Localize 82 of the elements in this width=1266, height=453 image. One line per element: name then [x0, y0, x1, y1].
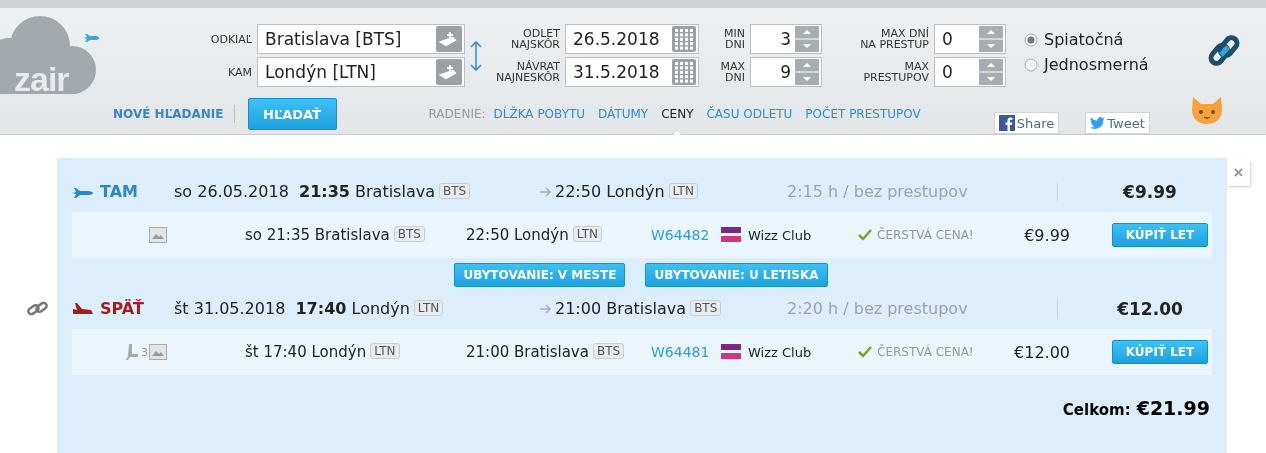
duration-text: 2:20 h / bez prestupov — [787, 299, 969, 318]
image-icon — [149, 344, 167, 360]
spinner-icon[interactable] — [979, 26, 1003, 52]
departure-text: št 17:40 Londýn $^{LTN}$ — [245, 343, 466, 361]
share-button[interactable]: Share — [993, 112, 1060, 134]
field-label: ODKIAĽ — [209, 33, 252, 45]
link-icon[interactable] — [27, 301, 49, 317]
seat-count: 3 — [141, 345, 148, 359]
accommodation-button[interactable]: UBYTOVANIE: V MESTE — [454, 263, 626, 287]
input-field[interactable]: Bratislava [BTS] — [257, 24, 465, 54]
departure-text: so 26.05.2018 21:35 Bratislava $^{BTS}$ — [174, 182, 540, 201]
airport-picker-icon[interactable] — [436, 59, 462, 85]
logo-text: zair — [14, 60, 69, 99]
arrow-icon — [540, 303, 552, 314]
sort-option[interactable]: POČET PRESTUPOV — [805, 94, 921, 134]
direction-label: SPÄŤ — [100, 299, 144, 318]
leg-price: €12.00 — [1116, 298, 1184, 319]
arrival-text: 21:00 Bratislava $^{BTS}$ — [466, 343, 651, 361]
total-price: €21.99 — [1136, 397, 1210, 419]
field-label: MAX DNI — [719, 61, 745, 83]
sort-option[interactable]: DÁTUMY — [598, 94, 649, 134]
field-label: MAX DNÍ NA PRESTUP — [859, 28, 929, 50]
airline-logo-icon — [720, 225, 742, 245]
image-icon — [149, 227, 167, 243]
accommodation-button[interactable]: UBYTOVANIE: U LETISKA — [645, 263, 828, 287]
flight-number-link[interactable]: W64481 — [651, 344, 720, 360]
swap-icon[interactable] — [470, 40, 482, 72]
arrival-text: 22:50 Londýn $^{LTN}$ — [555, 182, 787, 201]
spinner-icon[interactable] — [795, 26, 819, 52]
radio-label: Spiatočná — [1044, 30, 1124, 49]
airline-name: Wizz Club — [748, 227, 812, 243]
buy-button[interactable]: KÚPIŤ LET — [1112, 340, 1208, 364]
price-status: ČERSTVÁ CENA! — [877, 345, 974, 359]
sort-option[interactable]: ČASU ODLETU — [706, 94, 793, 134]
arrow-icon — [540, 186, 552, 197]
duration-text: 2:15 h / bez prestupov — [787, 182, 969, 201]
arrival-text: 21:00 Bratislava $^{BTS}$ — [555, 299, 787, 318]
calendar-icon[interactable] — [672, 26, 696, 52]
flight-price: €9.99 — [1023, 225, 1070, 245]
flight-number-link[interactable]: W64482 — [651, 227, 720, 243]
tweet-button[interactable]: Tweet — [1085, 112, 1150, 134]
airline-name: Wizz Club — [748, 344, 812, 360]
sort-label: RADENIE: — [428, 107, 486, 121]
check-icon — [858, 229, 872, 241]
seat-icon — [126, 343, 140, 361]
input-field[interactable]: 3 — [750, 24, 822, 54]
radio-button[interactable] — [1024, 57, 1038, 72]
new-search-link[interactable]: NOVÉ HĽADANIE — [113, 105, 235, 123]
input-field[interactable]: 9 — [750, 57, 822, 87]
check-icon — [858, 346, 872, 358]
radio-label: Jednosmerná — [1044, 55, 1149, 74]
field-label: KAM — [226, 66, 252, 78]
radio-button[interactable] — [1024, 32, 1038, 47]
departure-text: št 31.05.2018 17:40 Londýn $^{LTN}$ — [174, 299, 540, 318]
calendar-icon[interactable] — [672, 59, 696, 85]
spinner-icon[interactable] — [795, 59, 819, 85]
leg-price: €9.99 — [1122, 181, 1178, 202]
sort-option[interactable]: DĹŽKA POBYTU — [493, 94, 586, 134]
input-field[interactable]: 26.5.2018 — [565, 24, 699, 54]
search-button[interactable]: HĽADAŤ — [247, 98, 337, 130]
cat-icon[interactable] — [1189, 95, 1224, 125]
input-field[interactable]: 0 — [934, 57, 1006, 87]
bird-icon — [1090, 117, 1106, 129]
input-field[interactable]: 31.5.2018 — [565, 57, 699, 87]
airline-logo-icon — [720, 342, 742, 362]
field-label: ODLET NAJSKÔR — [510, 28, 560, 50]
spinner-icon[interactable] — [979, 59, 1003, 85]
field-label: MIN DNI — [723, 28, 745, 50]
input-field[interactable]: Londýn [LTN] — [257, 57, 465, 87]
input-field[interactable]: 0 — [934, 24, 1006, 54]
flight-price: €12.00 — [1013, 342, 1070, 362]
field-label: NÁVRAT NAJNESKÔR — [494, 61, 560, 83]
departure-text: so 21:35 Bratislava $^{BTS}$ — [245, 226, 466, 244]
total-label: Celkom: — [1062, 401, 1131, 419]
airport-picker-icon[interactable] — [436, 26, 462, 52]
field-label: MAX PRESTUPOV — [862, 61, 929, 83]
buy-button[interactable]: KÚPIŤ LET — [1112, 223, 1208, 247]
arrival-text: 22:50 Londýn $^{LTN}$ — [466, 226, 651, 244]
close-button[interactable]: × — [1227, 160, 1250, 186]
facebook-icon — [998, 115, 1015, 131]
price-status: ČERSTVÁ CENA! — [877, 228, 974, 242]
direction-label: TAM — [100, 182, 138, 201]
